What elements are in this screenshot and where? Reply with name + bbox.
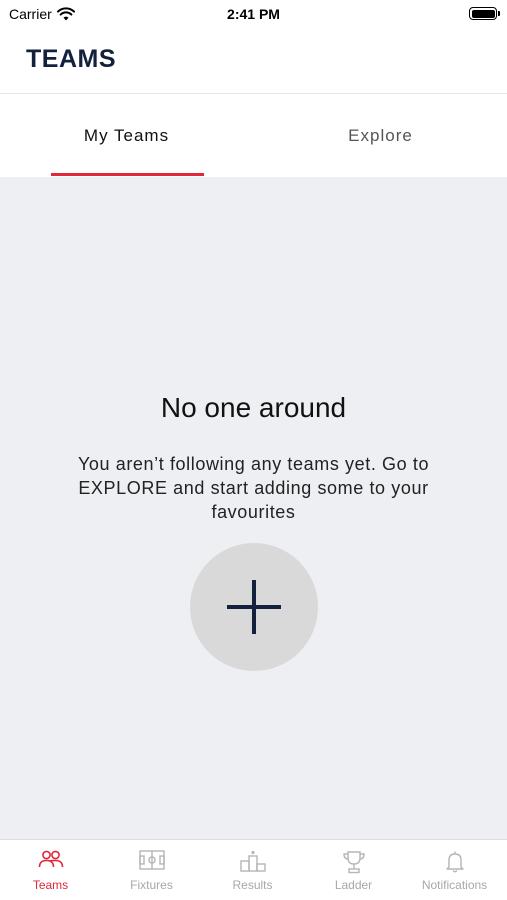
tab-my-teams-label: My Teams (83, 125, 170, 145)
fixtures-icon (138, 850, 165, 870)
bottom-nav: Teams Fixtures Results Ladder Notificati… (0, 839, 507, 900)
tab-explore-label: Explore (348, 125, 413, 145)
nav-label-teams: Teams (32, 878, 69, 892)
empty-state-title: No one around (160, 392, 347, 423)
page-title: TEAMS (26, 45, 116, 73)
nav-item-teams[interactable]: Teams (0, 840, 101, 900)
status-bar: Carrier 2:41 PM (0, 0, 507, 30)
ladder-icon (342, 851, 365, 874)
nav-item-ladder[interactable]: Ladder (303, 840, 404, 900)
active-tab-indicator (51, 173, 204, 176)
nav-item-fixtures[interactable]: Fixtures (101, 840, 202, 900)
tab-my-teams[interactable]: My Teams (0, 94, 253, 177)
status-time: 2:41 PM (227, 6, 280, 22)
nav-label-ladder: Ladder (334, 878, 373, 892)
results-icon (239, 850, 266, 872)
bell-icon (445, 851, 464, 873)
tab-bar: My Teams Explore (0, 94, 507, 177)
nav-item-notifications[interactable]: Notifications (404, 840, 505, 900)
nav-label-notifications: Notifications (421, 878, 488, 892)
app-header: TEAMS (0, 30, 507, 94)
nav-item-results[interactable]: Results (202, 840, 303, 900)
teams-icon (38, 850, 63, 868)
nav-label-fixtures: Fixtures (130, 878, 173, 892)
empty-state-message: You aren’t following any teams yet. Go t… (77, 454, 430, 522)
battery-icon (469, 7, 500, 20)
add-team-button[interactable] (190, 543, 318, 671)
empty-state-area: No one around You aren’t following any t… (0, 177, 507, 839)
tab-explore[interactable]: Explore (254, 94, 507, 177)
nav-label-results: Results (232, 878, 273, 892)
